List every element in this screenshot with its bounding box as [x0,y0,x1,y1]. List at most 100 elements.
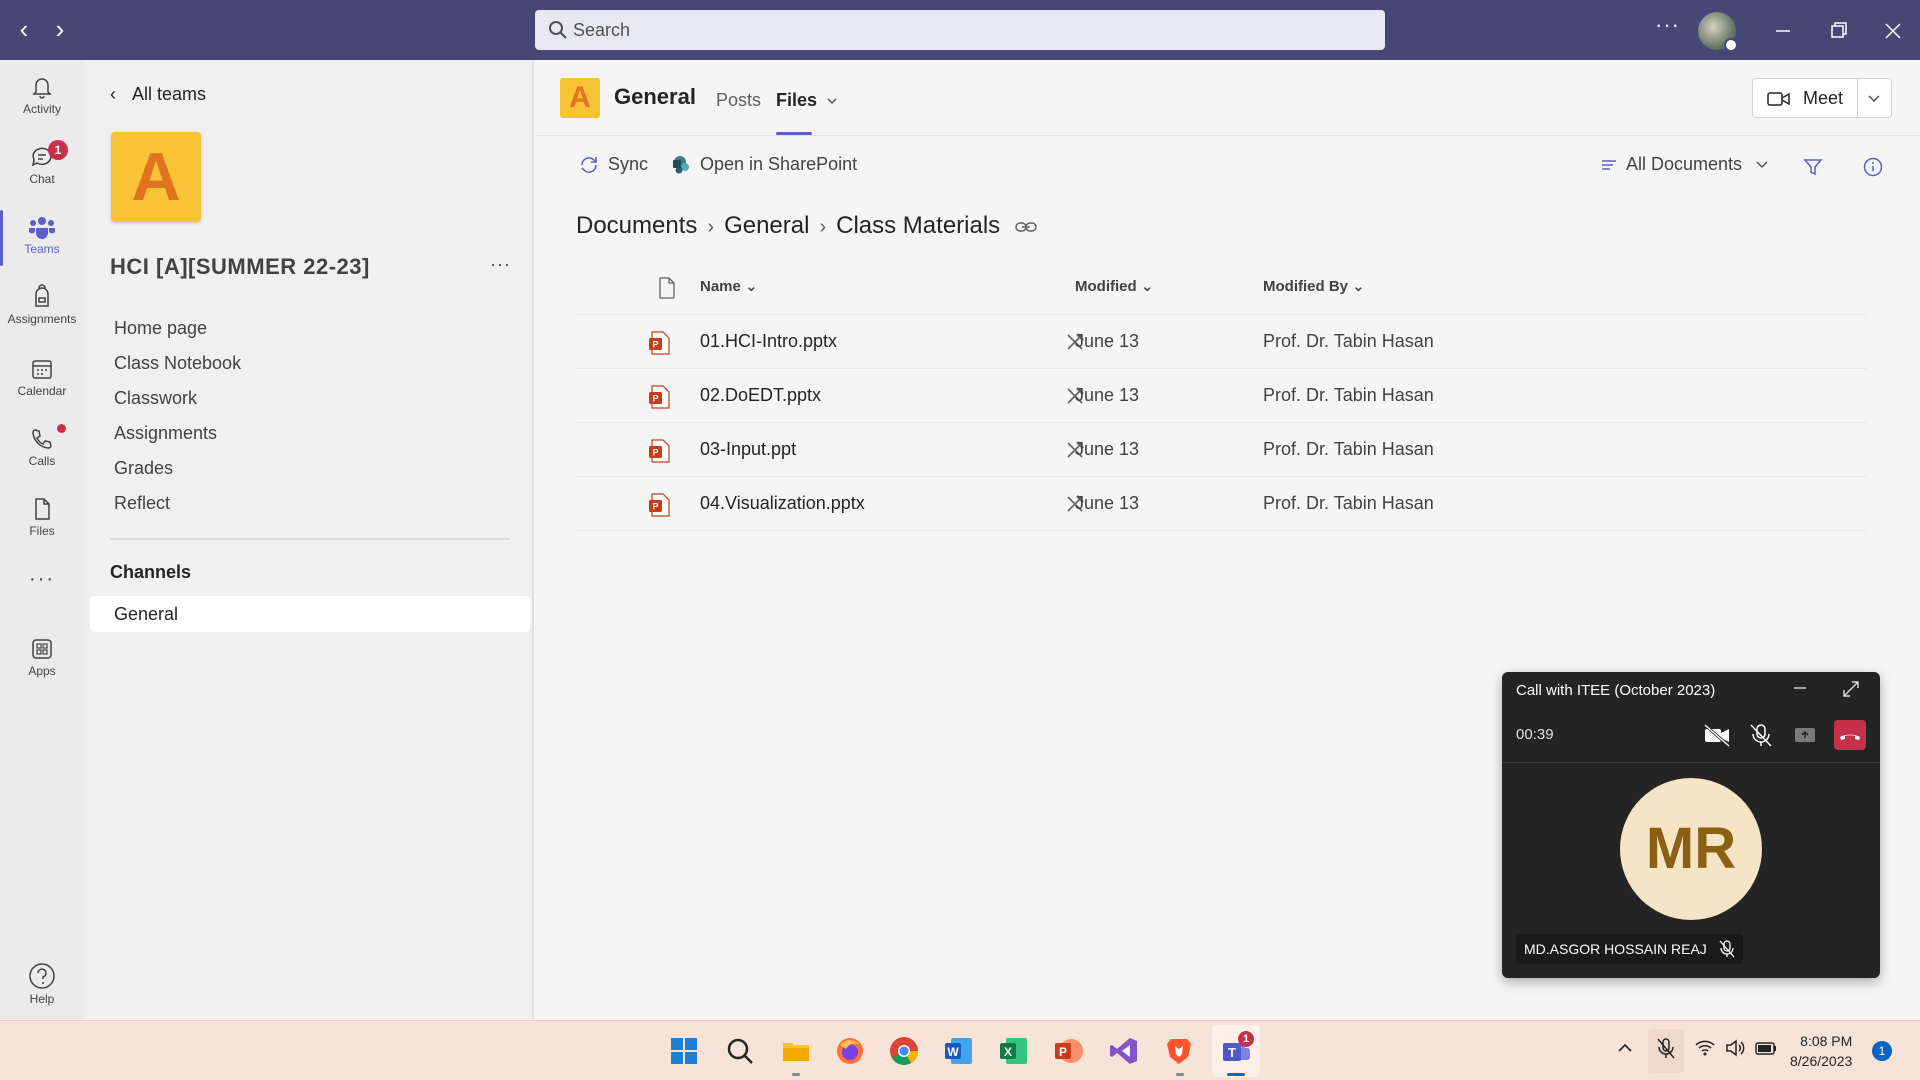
rail-teams[interactable]: Teams [0,204,84,272]
breadcrumb-general[interactable]: General [724,212,809,240]
file-modified: June 13 [1075,385,1140,405]
filter-icon[interactable] [1802,156,1824,178]
sync-button[interactable]: Sync [578,154,648,176]
rail-files[interactable]: Files [0,486,84,554]
search-icon [549,21,567,39]
rail-chat[interactable]: Chat 1 [0,134,84,202]
team-link-classwork[interactable]: Classwork [114,388,241,423]
table-row[interactable]: P 04.Visualization.pptx June 13 Prof. Dr… [576,477,1866,531]
team-link-home-page[interactable]: Home page [114,318,241,353]
breadcrumb: Documents › General › Class Materials [576,212,1037,240]
team-more-icon[interactable]: ··· [490,254,511,275]
search-icon[interactable] [724,1035,756,1067]
firefox-icon[interactable] [834,1035,866,1067]
clock[interactable]: 8:08 PM 8/26/2023 [1790,1031,1852,1071]
chevron-down-icon: ⌄ [745,278,758,295]
chevron-right-icon: › [707,216,715,238]
team-link-grades[interactable]: Grades [114,458,241,493]
file-explorer-icon[interactable] [780,1035,812,1067]
team-panel: ‹ All teams A HCI [A][SUMMER 22-23] ··· H… [84,60,534,1020]
rail-label: Files [29,524,55,538]
table-row[interactable]: P 03-Input.ppt June 13 Prof. Dr. Tabin H… [576,423,1866,477]
back-arrow-icon[interactable]: ‹ [12,16,36,42]
windows-start-icon[interactable] [668,1035,700,1067]
view-selector[interactable]: All Documents [1600,154,1777,175]
rail-activity[interactable]: Activity [0,64,84,132]
powerpoint-icon[interactable]: P [1053,1035,1085,1067]
minimize-icon[interactable] [1766,14,1800,48]
rail-assignments[interactable]: Assignments [0,274,84,342]
powerpoint-icon: P [649,331,670,355]
notification-badge[interactable]: 1 [1872,1041,1892,1061]
phone-icon [32,429,52,449]
camera-off-icon[interactable] [1702,722,1732,748]
link-icon[interactable] [1015,220,1037,234]
mic-off-icon[interactable] [1655,1037,1677,1061]
ellipsis-icon[interactable]: ··· [1655,12,1680,38]
volume-icon[interactable] [1724,1037,1746,1059]
rail-apps[interactable]: Apps [0,626,84,694]
breadcrumb-documents[interactable]: Documents [576,212,697,240]
forward-arrow-icon[interactable]: › [48,16,72,42]
chevron-down-icon: ⌄ [1352,278,1365,295]
file-name[interactable]: 01.HCI-Intro.pptx [700,331,837,352]
clock-date: 8/26/2023 [1790,1053,1853,1069]
tab-files[interactable]: Files [776,90,838,111]
restore-icon[interactable] [1822,14,1856,48]
all-teams-link[interactable]: ‹ All teams [110,84,206,105]
bell-icon [32,78,52,99]
wifi-icon[interactable] [1694,1037,1716,1059]
minimize-icon[interactable] [1792,680,1808,696]
team-link-assignments[interactable]: Assignments [114,423,241,458]
video-camera-icon [1767,92,1790,106]
file-modified: June 13 [1075,493,1140,513]
visual-studio-icon[interactable] [1108,1035,1140,1067]
open-sharepoint-button[interactable]: Open in SharePoint [670,154,857,176]
rail-more-icon[interactable]: ··· [0,568,84,598]
chevron-down-icon[interactable] [1867,93,1881,105]
close-icon[interactable] [1876,14,1910,48]
team-link-reflect[interactable]: Reflect [114,493,241,528]
mic-off-icon[interactable] [1746,722,1776,748]
info-icon[interactable] [1862,156,1884,178]
rail-label: Calendar [17,384,67,398]
share-screen-icon[interactable] [1790,722,1820,748]
rail-calendar[interactable]: Calendar [0,346,84,414]
excel-icon[interactable]: X [998,1035,1030,1067]
column-header-modified-by[interactable]: Modified By ⌄ [1263,262,1365,312]
column-header-modified[interactable]: Modified ⌄ [1075,262,1153,312]
call-window[interactable]: Call with ITEE (October 2023) 00:39 MR M… [1502,672,1880,978]
team-link-class-notebook[interactable]: Class Notebook [114,353,241,388]
title-bar: ‹ › Search ··· [0,0,1920,60]
word-icon[interactable]: W [943,1035,975,1067]
call-timer: 00:39 [1516,726,1554,743]
channel-general[interactable]: General [90,596,530,632]
file-modified-by: Prof. Dr. Tabin Hasan [1263,439,1434,459]
battery-icon[interactable] [1754,1037,1778,1059]
file-name[interactable]: 04.Visualization.pptx [700,493,865,514]
avatar[interactable] [1698,12,1738,52]
table-row[interactable]: P 01.HCI-Intro.pptx June 13 Prof. Dr. Ta… [576,315,1866,369]
svg-text:P: P [652,394,658,404]
sync-label: Sync [608,154,649,174]
table-row[interactable]: P 02.DoEDT.pptx June 13 Prof. Dr. Tabin … [576,369,1866,423]
rail-calls[interactable]: Calls [0,416,84,484]
svg-text:W: W [947,1045,959,1059]
chevron-down-icon [1756,161,1768,169]
rail-help[interactable]: Help [0,952,84,1020]
hang-up-button[interactable] [1834,720,1866,750]
file-name[interactable]: 03-Input.ppt [700,439,796,460]
meet-button[interactable]: Meet [1752,78,1892,118]
chrome-icon[interactable] [888,1035,920,1067]
search-input[interactable]: Search [535,10,1385,50]
column-header-name[interactable]: Name ⌄ [700,262,758,312]
powerpoint-icon: P [649,493,670,517]
chevron-up-icon[interactable] [1614,1037,1636,1059]
file-type-icon [659,277,675,299]
expand-icon[interactable] [1842,680,1860,698]
file-modified-by: Prof. Dr. Tabin Hasan [1263,331,1434,351]
brave-icon[interactable] [1163,1035,1195,1067]
file-name[interactable]: 02.DoEDT.pptx [700,385,821,406]
all-teams-label: All teams [132,84,207,104]
tab-posts[interactable]: Posts [716,90,761,111]
